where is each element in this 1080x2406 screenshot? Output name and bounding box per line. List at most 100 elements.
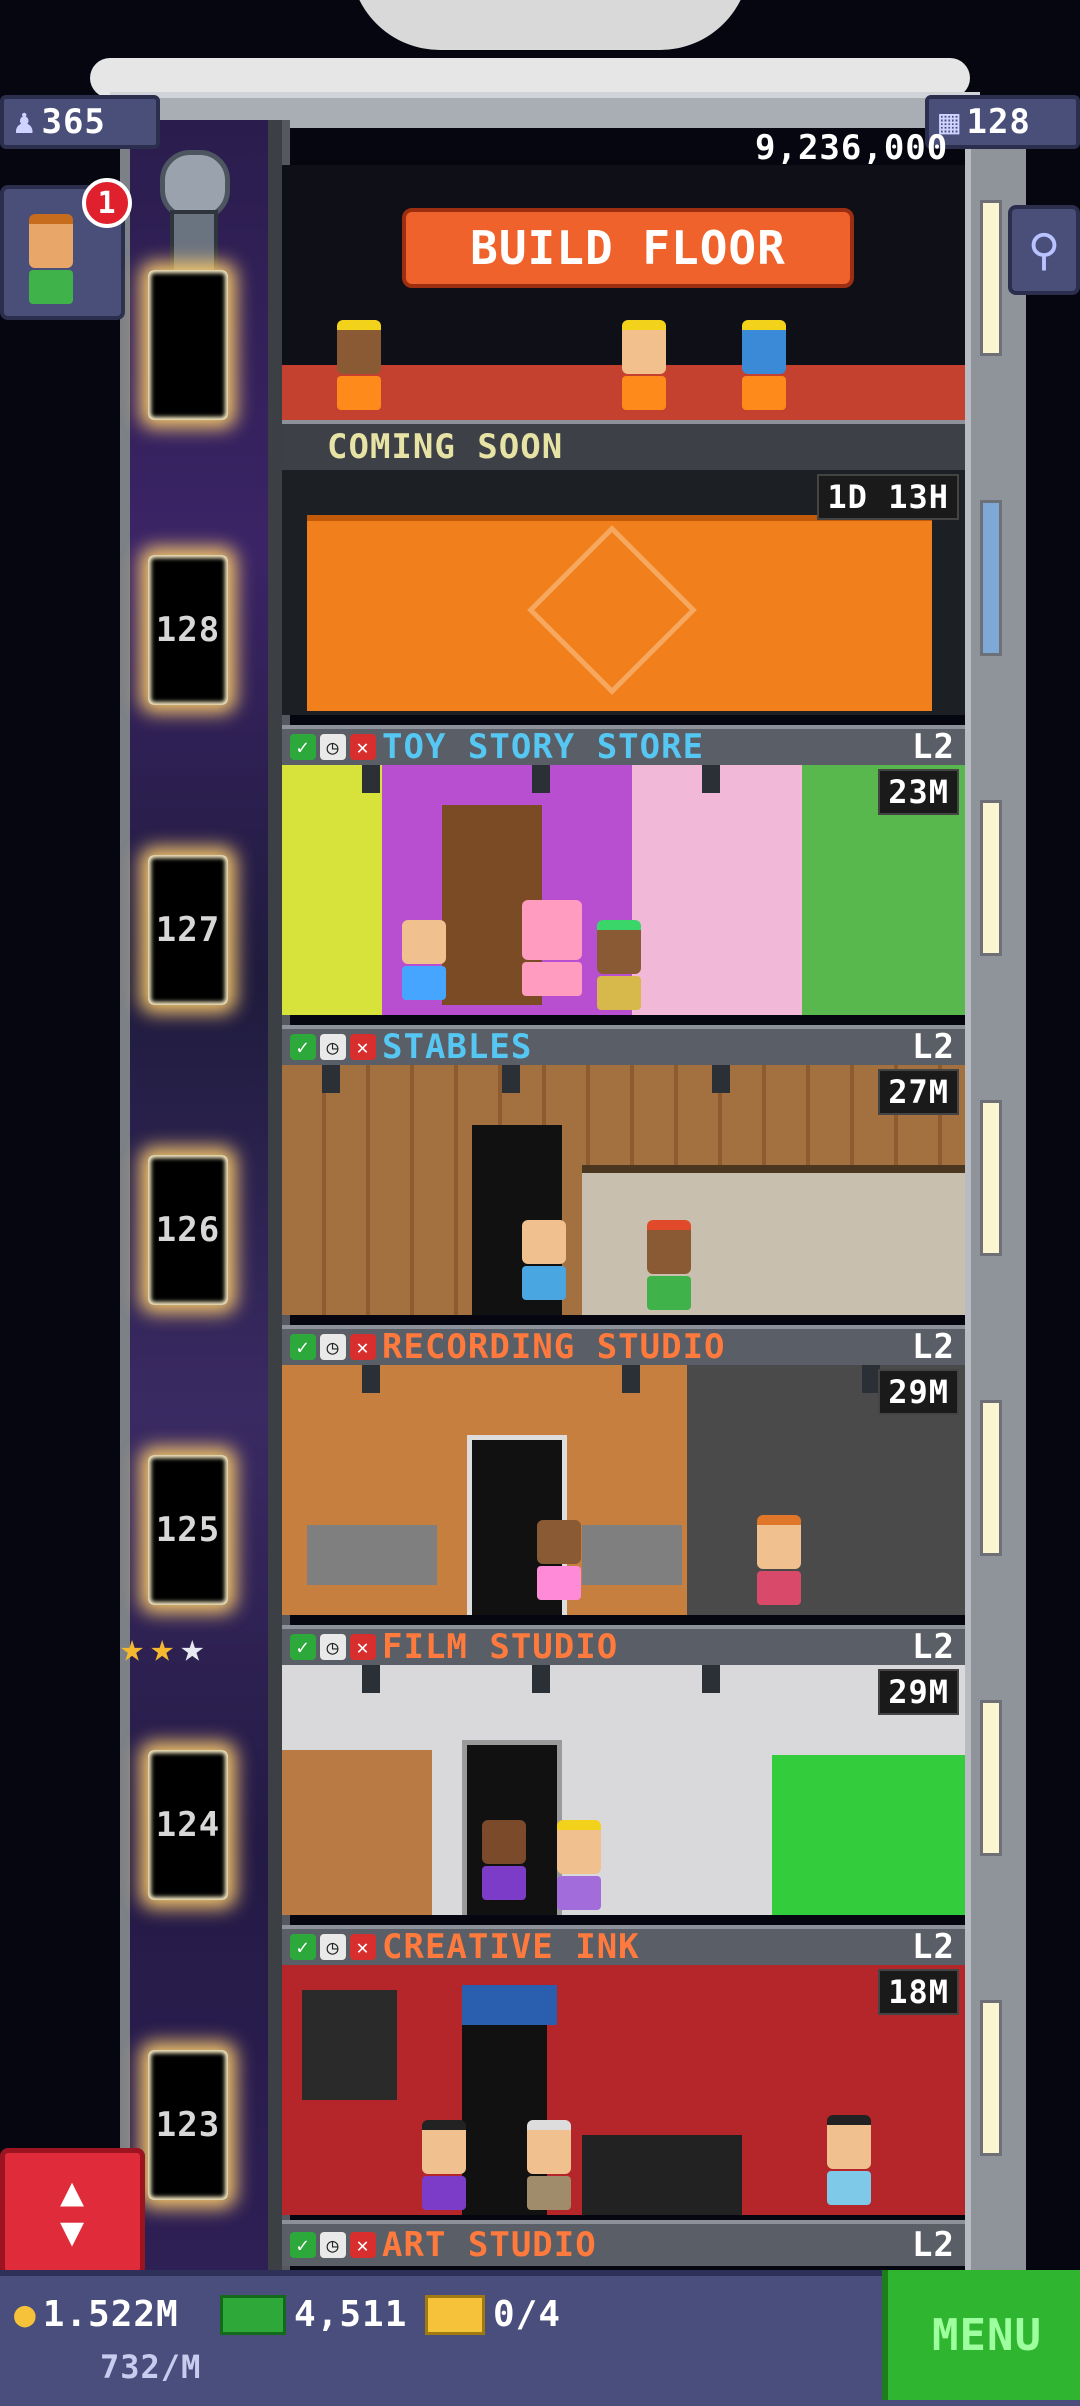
close-icon: ✕ — [350, 1334, 376, 1360]
pig-mascot — [522, 900, 582, 996]
floors-pill[interactable]: ▦ 128 — [925, 95, 1080, 149]
floor-label[interactable]: ✓ ◷ ✕ TOY STORY STORE L2 — [282, 725, 965, 767]
close-icon: ✕ — [350, 2232, 376, 2258]
window-light — [980, 1100, 1002, 1256]
construction-floor[interactable]: 1D 13H — [282, 470, 965, 715]
floor-timer: 27M — [878, 1069, 959, 1115]
person — [557, 1820, 601, 1910]
person — [482, 1820, 526, 1900]
person — [757, 1515, 801, 1605]
floor-label[interactable]: ✓ ◷ ✕ ART STUDIO L2 — [282, 2220, 965, 2266]
check-icon: ✓ — [290, 1334, 316, 1360]
construction-worker — [337, 320, 381, 410]
floor-level: L2 — [912, 1927, 955, 1967]
floor-door[interactable]: 127 — [148, 855, 228, 1005]
film-studio-room[interactable]: 29M — [282, 1665, 965, 1915]
check-icon: ✓ — [290, 2232, 316, 2258]
person — [522, 1220, 566, 1300]
coins-display[interactable]: ● 1.522M — [14, 2294, 179, 2335]
person — [402, 920, 446, 1000]
clock-icon: ◷ — [320, 1334, 346, 1360]
floor-name: ART STUDIO — [382, 2225, 597, 2265]
person — [422, 2120, 466, 2210]
star-icon: ★ — [120, 1625, 145, 1671]
build-floor-button[interactable]: BUILD FLOOR — [402, 208, 854, 288]
tower-left-wall — [268, 120, 282, 2270]
search-button[interactable]: ⚲ — [1008, 205, 1080, 295]
window-light — [980, 1700, 1002, 1856]
tickets-display[interactable]: 0/4 — [425, 2294, 561, 2335]
check-icon: ✓ — [290, 1034, 316, 1060]
floor-label[interactable]: ✓ ◷ ✕ STABLES L2 — [282, 1025, 965, 1067]
close-icon: ✕ — [350, 734, 376, 760]
construction-worker — [622, 320, 666, 410]
floor-level: L2 — [912, 1627, 955, 1667]
coins-rate: 732/M — [100, 2348, 202, 2386]
stables-room[interactable]: 27M — [282, 1065, 965, 1315]
window-light — [980, 200, 1002, 356]
clock-icon: ◷ — [320, 1034, 346, 1060]
window-light — [980, 800, 1002, 956]
coming-soon-bar: COMING SOON — [282, 420, 965, 470]
person — [827, 2115, 871, 2205]
floor-door[interactable]: 125 — [148, 1455, 228, 1605]
floors-count: 128 — [966, 102, 1031, 142]
floor-name: TOY STORY STORE — [382, 727, 705, 767]
floor-level: L2 — [912, 727, 955, 767]
construction-timer: 1D 13H — [817, 474, 959, 520]
floor-level: L2 — [912, 1027, 955, 1067]
star-icon: ★ — [150, 1625, 175, 1671]
check-icon: ✓ — [290, 1934, 316, 1960]
roof-dome — [350, 0, 750, 50]
person — [647, 1220, 691, 1310]
floor-name: CREATIVE INK — [382, 1927, 640, 1967]
coin-icon: ● — [14, 2294, 37, 2335]
close-icon: ✕ — [350, 1634, 376, 1660]
check-icon: ✓ — [290, 734, 316, 760]
avatar — [29, 214, 73, 304]
menu-button[interactable]: MENU — [882, 2270, 1080, 2400]
coins-value: 1.522M — [42, 2294, 179, 2335]
person — [527, 2120, 571, 2210]
floor-name: FILM STUDIO — [382, 1627, 619, 1667]
floor-door[interactable]: 128 — [148, 555, 228, 705]
close-icon: ✕ — [350, 1034, 376, 1060]
floor-timer: 29M — [878, 1369, 959, 1415]
elevator-door-top — [148, 270, 228, 420]
floor-door[interactable]: 124 — [148, 1750, 228, 1900]
tickets-value: 0/4 — [493, 2294, 562, 2335]
floor-door[interactable]: 126 — [148, 1155, 228, 1305]
star-icon: ★ — [180, 1625, 205, 1671]
population-icon: ♟ — [14, 102, 36, 142]
toy-story-store-room[interactable]: 23M — [282, 765, 965, 1015]
clock-icon: ◷ — [320, 2232, 346, 2258]
floor-door[interactable]: 123 — [148, 2050, 228, 2200]
floor-level: L2 — [912, 1327, 955, 1367]
check-icon: ✓ — [290, 1634, 316, 1660]
clock-icon: ◷ — [320, 1934, 346, 1960]
floor-level: L2 — [912, 2225, 955, 2265]
elevator-control-button[interactable]: ▲ ▼ — [0, 2148, 145, 2276]
ticket-icon — [425, 2294, 485, 2335]
floor-label[interactable]: ✓ ◷ ✕ RECORDING STUDIO L2 — [282, 1325, 965, 1367]
clock-icon: ◷ — [320, 1634, 346, 1660]
window-light — [980, 2000, 1002, 2156]
floor-timer: 29M — [878, 1669, 959, 1715]
floor-label[interactable]: ✓ ◷ ✕ FILM STUDIO L2 — [282, 1625, 965, 1667]
bux-value: 4,511 — [294, 2294, 408, 2335]
population-pill[interactable]: ♟ 365 — [0, 95, 160, 149]
build-floor-area[interactable] — [282, 165, 965, 420]
recording-studio-room[interactable]: 29M — [282, 1365, 965, 1615]
bux-display[interactable]: 4,511 — [220, 2294, 407, 2335]
creative-ink-room[interactable]: 18M — [282, 1965, 965, 2215]
tower-coins: 9,236,000 — [755, 128, 949, 168]
floor-label[interactable]: ✓ ◷ ✕ CREATIVE INK L2 — [282, 1925, 965, 1967]
coming-soon-label: COMING SOON — [327, 427, 564, 467]
person — [537, 1520, 581, 1600]
window-light — [980, 1400, 1002, 1556]
construction-worker — [742, 320, 786, 410]
floor-timer: 23M — [878, 769, 959, 815]
search-icon: ⚲ — [1027, 224, 1061, 276]
floor-timer: 18M — [878, 1969, 959, 2015]
bux-icon — [220, 2294, 286, 2335]
